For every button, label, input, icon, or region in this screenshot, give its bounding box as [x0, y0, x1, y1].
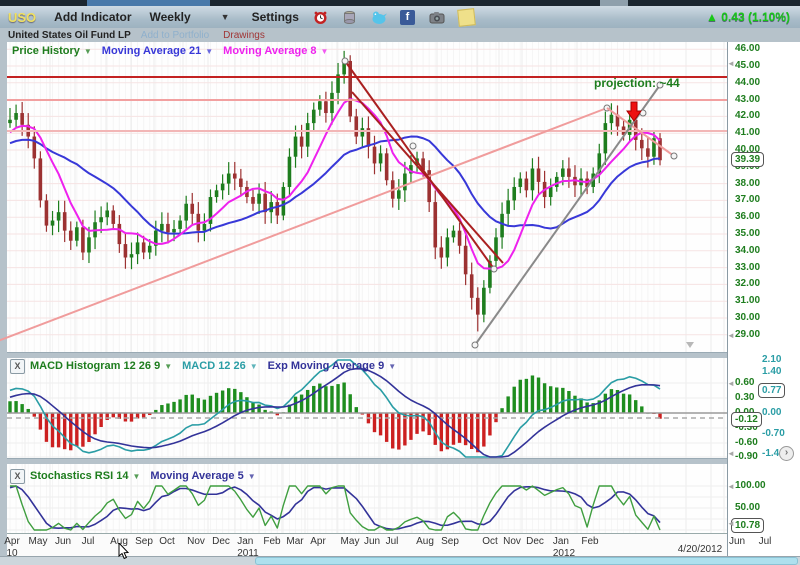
macd-line-axis-tick: -0.70 [762, 428, 785, 439]
month-label: Jun [364, 536, 380, 547]
month-label: Mar [286, 536, 303, 547]
price-axis-tick: 45.00 [735, 60, 760, 71]
macd-indicator-dropdown-arrow-icon[interactable]: ▼ [250, 362, 258, 371]
axis-resize-handle[interactable]: ◄ [727, 519, 735, 528]
macd-value-box: 0.77 [758, 383, 785, 398]
price-axis-tick: 35.00 [735, 228, 760, 239]
month-label: Feb [263, 536, 280, 547]
month-label: Aug [416, 536, 434, 547]
price-indicator-label[interactable]: Moving Average 21 [102, 45, 201, 57]
price-axis-tick: 30.00 [735, 312, 760, 323]
month-label: Jul [386, 536, 399, 547]
price-axis-tick: 29.00 [735, 329, 760, 340]
macd-panel-header: MACD Histogram 12 26 9▼MACD 12 26▼Exp Mo… [30, 360, 406, 372]
month-label: Oct [159, 536, 175, 547]
month-label: Sep [441, 536, 459, 547]
price-axis-tick: 41.00 [735, 127, 760, 138]
month-label: Jun [729, 536, 745, 547]
month-label: 4/20/2012 [678, 544, 723, 555]
expand-arrow-icon[interactable]: › [779, 446, 794, 461]
chart-marker-triangle [686, 342, 694, 348]
price-axis-tick: 34.00 [735, 245, 760, 256]
trendline-handle[interactable] [342, 58, 348, 64]
price-indicator-label[interactable]: Price History [12, 45, 80, 57]
stoch-indicator-dropdown-arrow-icon[interactable]: ▼ [248, 472, 256, 481]
stoch-close-button[interactable]: X [10, 469, 25, 484]
macd-hist-axis-tick: -0.90 [735, 451, 758, 462]
price-axis-tick: 38.00 [735, 178, 760, 189]
month-label: Dec [212, 536, 230, 547]
stoch-indicator-dropdown-arrow-icon[interactable]: ▼ [132, 472, 140, 481]
month-label: Nov [187, 536, 205, 547]
last-price-box: 39.39 [731, 152, 764, 167]
price-axis-tick: 31.00 [735, 295, 760, 306]
month-label: May [341, 536, 360, 547]
price-indicator-label[interactable]: Moving Average 8 [223, 45, 316, 57]
stoch-panel-header: Stochastics RSI 14 ▼ Moving Average 5 ▼ [30, 470, 266, 482]
macd-hist-axis-tick: 0.30 [735, 392, 754, 403]
macd-line-axis-tick: 2.10 [762, 354, 781, 365]
macd-indicator-dropdown-arrow-icon[interactable]: ▼ [388, 362, 396, 371]
stoch-value-box: 10.78 [731, 518, 764, 533]
price-axis-tick: 42.00 [735, 110, 760, 121]
axis-resize-handle[interactable]: ◄ [727, 59, 735, 68]
stoch-axis-tick: 100.00 [735, 480, 766, 491]
month-label: Jul [82, 536, 95, 547]
macd-close-button[interactable]: X [10, 359, 25, 374]
price-indicator-dropdown-arrow-icon[interactable]: ▼ [205, 47, 213, 56]
price-axis-tick: 33.00 [735, 262, 760, 273]
macd-indicator-label[interactable]: MACD 12 26 [182, 360, 246, 372]
macd-line-axis-tick: 0.00 [762, 407, 781, 418]
price-axis-tick: 46.00 [735, 43, 760, 54]
macd-hist-axis-tick: 0.60 [735, 377, 754, 388]
mouse-cursor [118, 543, 132, 561]
trendline-handle[interactable] [472, 342, 478, 348]
month-label: May [29, 536, 48, 547]
month-label: Jun [55, 536, 71, 547]
price-indicator-dropdown-arrow-icon[interactable]: ▼ [84, 47, 92, 56]
price-indicator-dropdown-arrow-icon[interactable]: ▼ [321, 47, 329, 56]
month-label: Jul [759, 536, 772, 547]
price-axis-tick: 44.00 [735, 77, 760, 88]
macd-hist-axis-tick: -0.60 [735, 437, 758, 448]
axis-resize-handle[interactable]: ◄ [727, 449, 735, 458]
axis-resize-handle[interactable]: ◄ [727, 331, 735, 340]
axis-resize-handle[interactable]: ◄ [727, 482, 735, 491]
price-axis-tick: 32.00 [735, 278, 760, 289]
macd-line-axis-tick: 1.40 [762, 366, 781, 377]
stoch-indicator-label[interactable]: Stochastics RSI 14 [30, 470, 128, 482]
month-label: Dec [526, 536, 544, 547]
month-label: Apr [310, 536, 326, 547]
month-label: Oct [482, 536, 498, 547]
trendline-drawing[interactable] [0, 108, 607, 341]
macd-indicator-label[interactable]: MACD Histogram 12 26 9 [30, 360, 160, 372]
month-label: Sep [135, 536, 153, 547]
trendline-handle[interactable] [410, 143, 416, 149]
trendline-handle[interactable] [671, 153, 677, 159]
trendline-handle[interactable] [491, 266, 497, 272]
projection-annotation: projection: ~44 [594, 76, 680, 90]
price-panel-header: Price History ▼ Moving Average 21 ▼ Moving A… [12, 45, 338, 57]
month-label: Nov [503, 536, 521, 547]
macd-hist-value-box: -0.12 [731, 412, 762, 427]
price-axis-tick: 36.00 [735, 211, 760, 222]
month-label: Feb [581, 536, 598, 547]
price-axis-tick: 37.00 [735, 194, 760, 205]
macd-indicator-label[interactable]: Exp Moving Average 9 [268, 360, 385, 372]
macd-indicator-dropdown-arrow-icon[interactable]: ▼ [164, 362, 172, 371]
price-axis-tick: 43.00 [735, 94, 760, 105]
stoch-axis-tick: 50.00 [735, 502, 760, 513]
axis-resize-handle[interactable]: ◄ [727, 379, 735, 388]
stoch-indicator-label[interactable]: Moving Average 5 [150, 470, 243, 482]
